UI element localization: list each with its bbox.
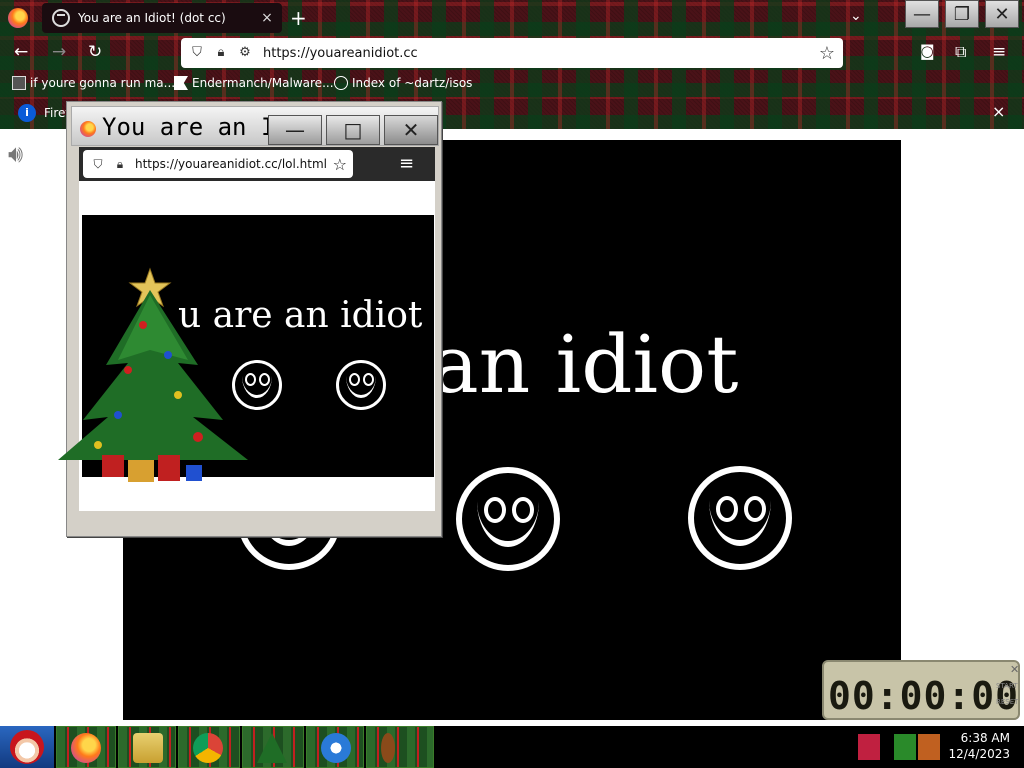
shield-icon[interactable]: ⛉ (189, 45, 205, 61)
messenger-icon (321, 733, 351, 763)
menu-icon[interactable]: ≡ (399, 153, 414, 174)
timer-reset-button[interactable]: RESET (996, 698, 1018, 706)
popup-titlebar[interactable]: You are an I... — □ ✕ (71, 106, 439, 146)
desktop: You are an Idiot! (dot cc) × + ⌄ — ❐ ✕ ←… (0, 0, 1024, 768)
pocket-icon[interactable]: ◙ (920, 42, 935, 60)
popup-url-text[interactable]: https://youareanidiot.cc/lol.html (135, 157, 333, 171)
smiley-icon (52, 9, 70, 27)
taskbar-file-explorer[interactable] (118, 726, 176, 768)
nav-bar: ← → ↻ ⛉ 🔒︎ ⚙ https://youareanidiot.cc ☆ … (0, 36, 1024, 70)
popup-url-bar[interactable]: ⛉ 🔒︎ https://youareanidiot.cc/lol.html ☆ (83, 150, 353, 178)
popup-minimize-button[interactable]: — (268, 115, 322, 145)
info-icon: i (18, 104, 36, 122)
start-button[interactable] (0, 726, 54, 768)
permissions-icon[interactable]: ⚙ (237, 45, 253, 61)
maximize-button[interactable]: ❐ (945, 0, 979, 28)
extensions-icon[interactable]: ⧉ (955, 42, 966, 62)
file-explorer-icon (133, 733, 163, 763)
taskbar-chrome[interactable] (178, 726, 240, 768)
lock-icon[interactable]: 🔒︎ (213, 45, 229, 61)
timer-start-button[interactable]: START (996, 682, 1018, 690)
bookmark-favicon-icon (12, 76, 26, 90)
forward-icon[interactable]: → (52, 42, 66, 62)
tab-active[interactable]: You are an Idiot! (dot cc) × (42, 3, 282, 33)
smiley-icon (336, 360, 386, 410)
smiley-icon (688, 466, 792, 570)
taskbar-tree-app[interactable] (242, 726, 304, 768)
github-icon (174, 76, 188, 90)
bookmark-item[interactable]: if youre gonna run ma... (12, 76, 175, 90)
timer-close-icon[interactable]: ✕ (1010, 663, 1019, 676)
clock-date: 12/4/2023 (948, 747, 1010, 761)
tab-close-icon[interactable]: × (258, 10, 276, 26)
star-icon[interactable]: ☆ (819, 43, 835, 64)
url-text[interactable]: https://youareanidiot.cc (263, 46, 819, 61)
timer-gadget[interactable]: 00:00:00 ✕ START RESET (822, 660, 1020, 720)
tab-title: You are an Idiot! (dot cc) (78, 11, 226, 25)
popup-maximize-button[interactable]: □ (326, 115, 380, 145)
notification-close-icon[interactable]: × (992, 102, 1005, 121)
bookmark-item[interactable]: Index of ~dartz/isos (334, 76, 472, 90)
tab-bar: You are an Idiot! (dot cc) × + ⌄ — ❐ ✕ (0, 0, 1024, 36)
minimize-button[interactable]: — (905, 0, 939, 28)
list-tabs-chevron-icon[interactable]: ⌄ (850, 8, 862, 24)
bookmarks-bar: if youre gonna run ma... Endermanch/Malw… (0, 70, 1024, 97)
clock-time: 6:38 AM (960, 731, 1010, 745)
smiley-icon (456, 467, 560, 571)
back-icon[interactable]: ← (14, 42, 28, 62)
url-bar[interactable]: ⛉ 🔒︎ ⚙ https://youareanidiot.cc ☆ (181, 38, 843, 68)
reindeer-icon (381, 733, 395, 763)
globe-icon (334, 76, 348, 90)
taskbar: 6:38 AM 12/4/2023 (0, 726, 1024, 768)
star-icon[interactable]: ☆ (333, 155, 347, 174)
taskbar-item[interactable] (366, 726, 434, 768)
taskbar-clock[interactable]: 6:38 AM 12/4/2023 (940, 730, 1010, 762)
new-tab-button[interactable]: + (290, 6, 307, 30)
taskbar-firefox[interactable] (56, 726, 116, 768)
timer-display: 00:00:00 (828, 674, 1020, 718)
firefox-icon (71, 733, 101, 763)
firefox-icon[interactable] (8, 8, 28, 28)
close-window-button[interactable]: ✕ (985, 0, 1019, 28)
taskbar-messenger[interactable] (306, 726, 364, 768)
tray-flag-icon[interactable] (858, 734, 880, 760)
christmas-tree-icon (58, 267, 248, 482)
bookmark-item[interactable]: Endermanch/Malware... (174, 76, 334, 90)
network-icon[interactable] (894, 734, 916, 760)
lock-icon[interactable]: 🔒︎ (113, 157, 127, 172)
speaker-icon[interactable]: 🔊︎ (8, 140, 38, 170)
volume-icon[interactable] (918, 734, 940, 760)
chrome-icon (193, 733, 223, 763)
santa-icon (10, 730, 44, 764)
reload-icon[interactable]: ↻ (88, 42, 102, 62)
menu-icon[interactable]: ≡ (992, 42, 1006, 62)
firefox-icon (80, 121, 96, 137)
popup-close-button[interactable]: ✕ (384, 115, 438, 145)
popup-nav-bar: ⛉ 🔒︎ https://youareanidiot.cc/lol.html ☆… (79, 147, 435, 181)
christmas-tree-icon (257, 733, 287, 763)
shield-icon[interactable]: ⛉ (91, 157, 105, 172)
